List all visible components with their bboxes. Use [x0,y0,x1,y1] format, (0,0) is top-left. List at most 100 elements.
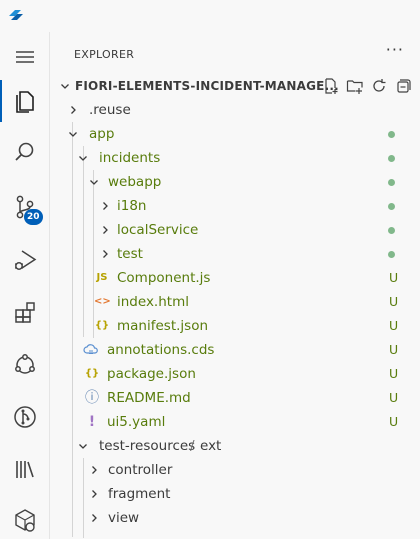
more-actions-button[interactable]: ··· [386,40,404,59]
tree-item-label: annotations.cds [107,342,215,358]
tree-item-label: Component.js [117,270,211,286]
tree-item-fragment[interactable]: fragment [51,482,420,506]
explorer-title: EXPLORER [74,48,135,61]
untracked-status: U [389,270,399,285]
chevron-right-icon [99,248,111,260]
tree-item-readme-md[interactable]: ⓘ README.md U [51,386,420,410]
chevron-down-icon [88,176,100,188]
chevron-right-icon [99,200,111,212]
tree-item-label: ui5.yaml [107,414,166,430]
project-header[interactable]: FIORI-ELEMENTS-INCIDENT-MANAGE... [51,74,420,98]
chevron-right-icon [67,104,79,116]
untracked-status: U [389,366,399,381]
tree-item-label: index.html [117,294,189,310]
refresh-icon[interactable] [370,77,388,95]
tree-item-localservice[interactable]: localService [51,218,420,242]
untracked-status: U [389,294,399,309]
tree-item-label: app [89,126,115,142]
info-icon: ⓘ [85,390,99,406]
source-control-badge: 20 [24,209,43,225]
chevron-down-icon [59,80,71,92]
chevron-down-icon [77,152,89,164]
hamburger-menu-icon [16,51,34,63]
tree-item-test[interactable]: test [51,242,420,266]
tree-item-label: test-resources [99,438,196,454]
activity-bar: 20 [0,32,50,539]
run-debug-button[interactable] [0,237,50,283]
tree-item-label: ext [200,438,222,454]
project-actions [322,77,412,95]
menu-button[interactable] [0,34,50,80]
tree-item-label: test [117,246,143,262]
chevron-down-icon [77,440,89,452]
tree-item-label: README.md [107,390,191,406]
modified-dot [388,251,395,258]
explorer-header: EXPLORER ··· [51,32,420,78]
library-icon [16,461,34,478]
git-graph-icon [14,406,36,428]
html-file-icon: <> [94,296,111,307]
path-separator: / [190,438,195,454]
untracked-status: U [389,414,399,429]
modified-dot [388,131,395,138]
chevron-right-icon [88,488,100,500]
explorer-button[interactable] [0,78,50,124]
app-logo-icon [9,10,23,20]
tree-item-label: view [108,510,140,526]
yaml-file-icon: ! [88,414,96,430]
search-icon [15,142,34,161]
collapse-all-icon[interactable] [394,77,412,95]
modified-dot [388,203,395,210]
chevron-down-icon [67,128,79,140]
tree-item-annotations-cds[interactable]: annotations.cds U [51,338,420,362]
tree-item-app[interactable]: app [51,122,420,146]
project-name: FIORI-ELEMENTS-INCIDENT-MANAGE... [75,79,339,93]
remote-explorer-button[interactable] [0,342,50,388]
tree-item-controller[interactable]: controller [51,458,420,482]
tree-item-label: .reuse [89,102,131,118]
javascript-file-icon: JS [96,272,108,283]
tree-item-label: fragment [108,486,171,502]
chevron-right-icon [88,464,100,476]
sap-tools-button[interactable] [0,498,50,539]
untracked-status: U [389,390,399,405]
tree-item-view[interactable]: view [51,506,420,530]
run-debug-icon [15,250,37,270]
new-file-icon[interactable] [322,77,340,95]
chevron-right-icon [99,224,111,236]
title-bar [0,0,420,32]
tree-item-incidents[interactable]: incidents [51,146,420,170]
json-file-icon: {} [94,320,110,331]
library-button[interactable] [0,446,50,492]
files-icon [16,91,34,113]
untracked-status: U [389,342,399,357]
tree-item-label: incidents [99,150,161,166]
extensions-button[interactable] [0,290,50,336]
json-file-icon: {} [84,368,100,379]
tree-item-package-json[interactable]: {} package.json U [51,362,420,386]
modified-dot [388,227,395,234]
tree-item-reuse[interactable]: .reuse [51,98,420,122]
tree-item-index-html[interactable]: <> index.html U [51,290,420,314]
tree-item-label: localService [117,222,199,238]
tree-item-ui5-yaml[interactable]: ! ui5.yaml U [51,410,420,434]
modified-dot [388,155,395,162]
git-graph-button[interactable] [0,394,50,440]
tree-item-webapp[interactable]: webapp [51,170,420,194]
tree-item-i18n[interactable]: i18n [51,194,420,218]
tree-item-manifest-json[interactable]: {} manifest.json U [51,314,420,338]
search-button[interactable] [0,129,50,175]
new-folder-icon[interactable] [346,77,364,95]
untracked-status: U [389,318,399,333]
remote-icon [15,354,35,374]
tree-item-label: controller [108,462,173,478]
modified-dot [388,179,395,186]
tree-item-label: package.json [107,366,196,382]
tree-item-component-js[interactable]: JS Component.js U [51,266,420,290]
tree-item-test-resources-ext[interactable]: test-resources / ext [51,434,420,458]
cube-icon [15,509,35,532]
source-control-button[interactable]: 20 [0,184,50,230]
extensions-icon [15,302,35,323]
explorer-sidebar: EXPLORER ··· FIORI-ELEMENTS-INCIDENT-MAN… [51,32,420,539]
chevron-right-icon [88,512,100,524]
